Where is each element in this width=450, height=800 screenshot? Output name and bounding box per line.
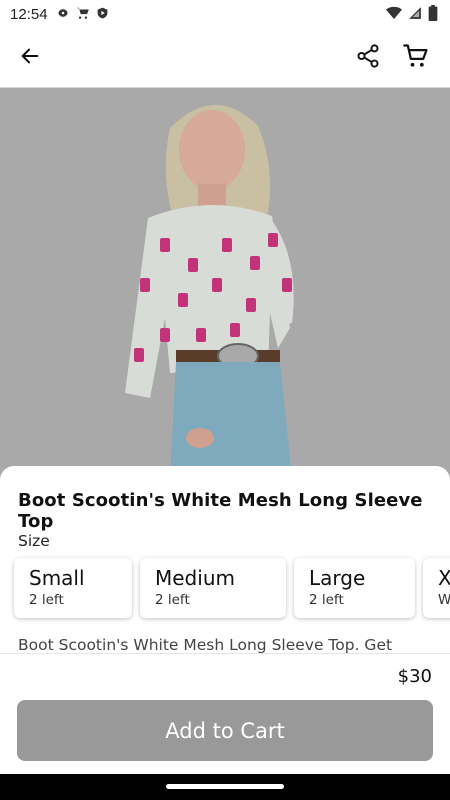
size-options: Small 2 left Medium 2 left Large 2 left … xyxy=(14,558,450,618)
size-option-medium[interactable]: Medium 2 left xyxy=(140,558,286,618)
system-nav-bar xyxy=(0,774,450,800)
size-stock: 2 left xyxy=(29,592,64,608)
status-time: 12:54 xyxy=(10,5,48,23)
status-right-icons xyxy=(386,5,438,25)
size-stock: 2 left xyxy=(309,592,344,608)
wifi-icon xyxy=(386,5,402,25)
purchase-bar: $30 Add to Cart xyxy=(0,653,450,774)
share-icon xyxy=(355,43,381,73)
arrow-left-icon xyxy=(19,45,41,71)
model-photo-illustration xyxy=(0,88,450,478)
size-name: Medium xyxy=(155,566,235,590)
home-gesture-handle[interactable] xyxy=(166,784,284,789)
size-option-large[interactable]: Large 2 left xyxy=(294,558,415,618)
gear-icon xyxy=(56,5,70,24)
size-label: Size xyxy=(18,532,50,550)
status-left-icons xyxy=(56,5,109,24)
share-button[interactable] xyxy=(352,42,384,74)
shield-icon xyxy=(96,5,109,24)
product-sheet: Boot Scootin's White Mesh Long Sleeve To… xyxy=(0,466,450,653)
battery-icon xyxy=(428,5,438,25)
product-description: Boot Scootin's White Mesh Long Sleeve To… xyxy=(18,636,393,653)
size-name: X xyxy=(438,566,450,590)
product-image xyxy=(0,88,450,478)
signal-icon xyxy=(408,5,422,25)
cart-icon xyxy=(76,5,90,24)
add-to-cart-button[interactable]: Add to Cart xyxy=(17,700,433,761)
size-option-xl[interactable]: X W xyxy=(423,558,450,618)
size-option-small[interactable]: Small 2 left xyxy=(14,558,132,618)
back-button[interactable] xyxy=(14,42,46,74)
size-stock: W xyxy=(438,592,450,608)
size-name: Small xyxy=(29,566,85,590)
product-price: $30 xyxy=(397,666,432,687)
cart-icon xyxy=(402,42,430,74)
app-bar xyxy=(0,28,450,88)
product-title: Boot Scootin's White Mesh Long Sleeve To… xyxy=(18,490,423,532)
status-bar: 12:54 xyxy=(0,0,450,28)
size-stock: 2 left xyxy=(155,592,190,608)
cart-button[interactable] xyxy=(400,42,432,74)
size-name: Large xyxy=(309,566,366,590)
